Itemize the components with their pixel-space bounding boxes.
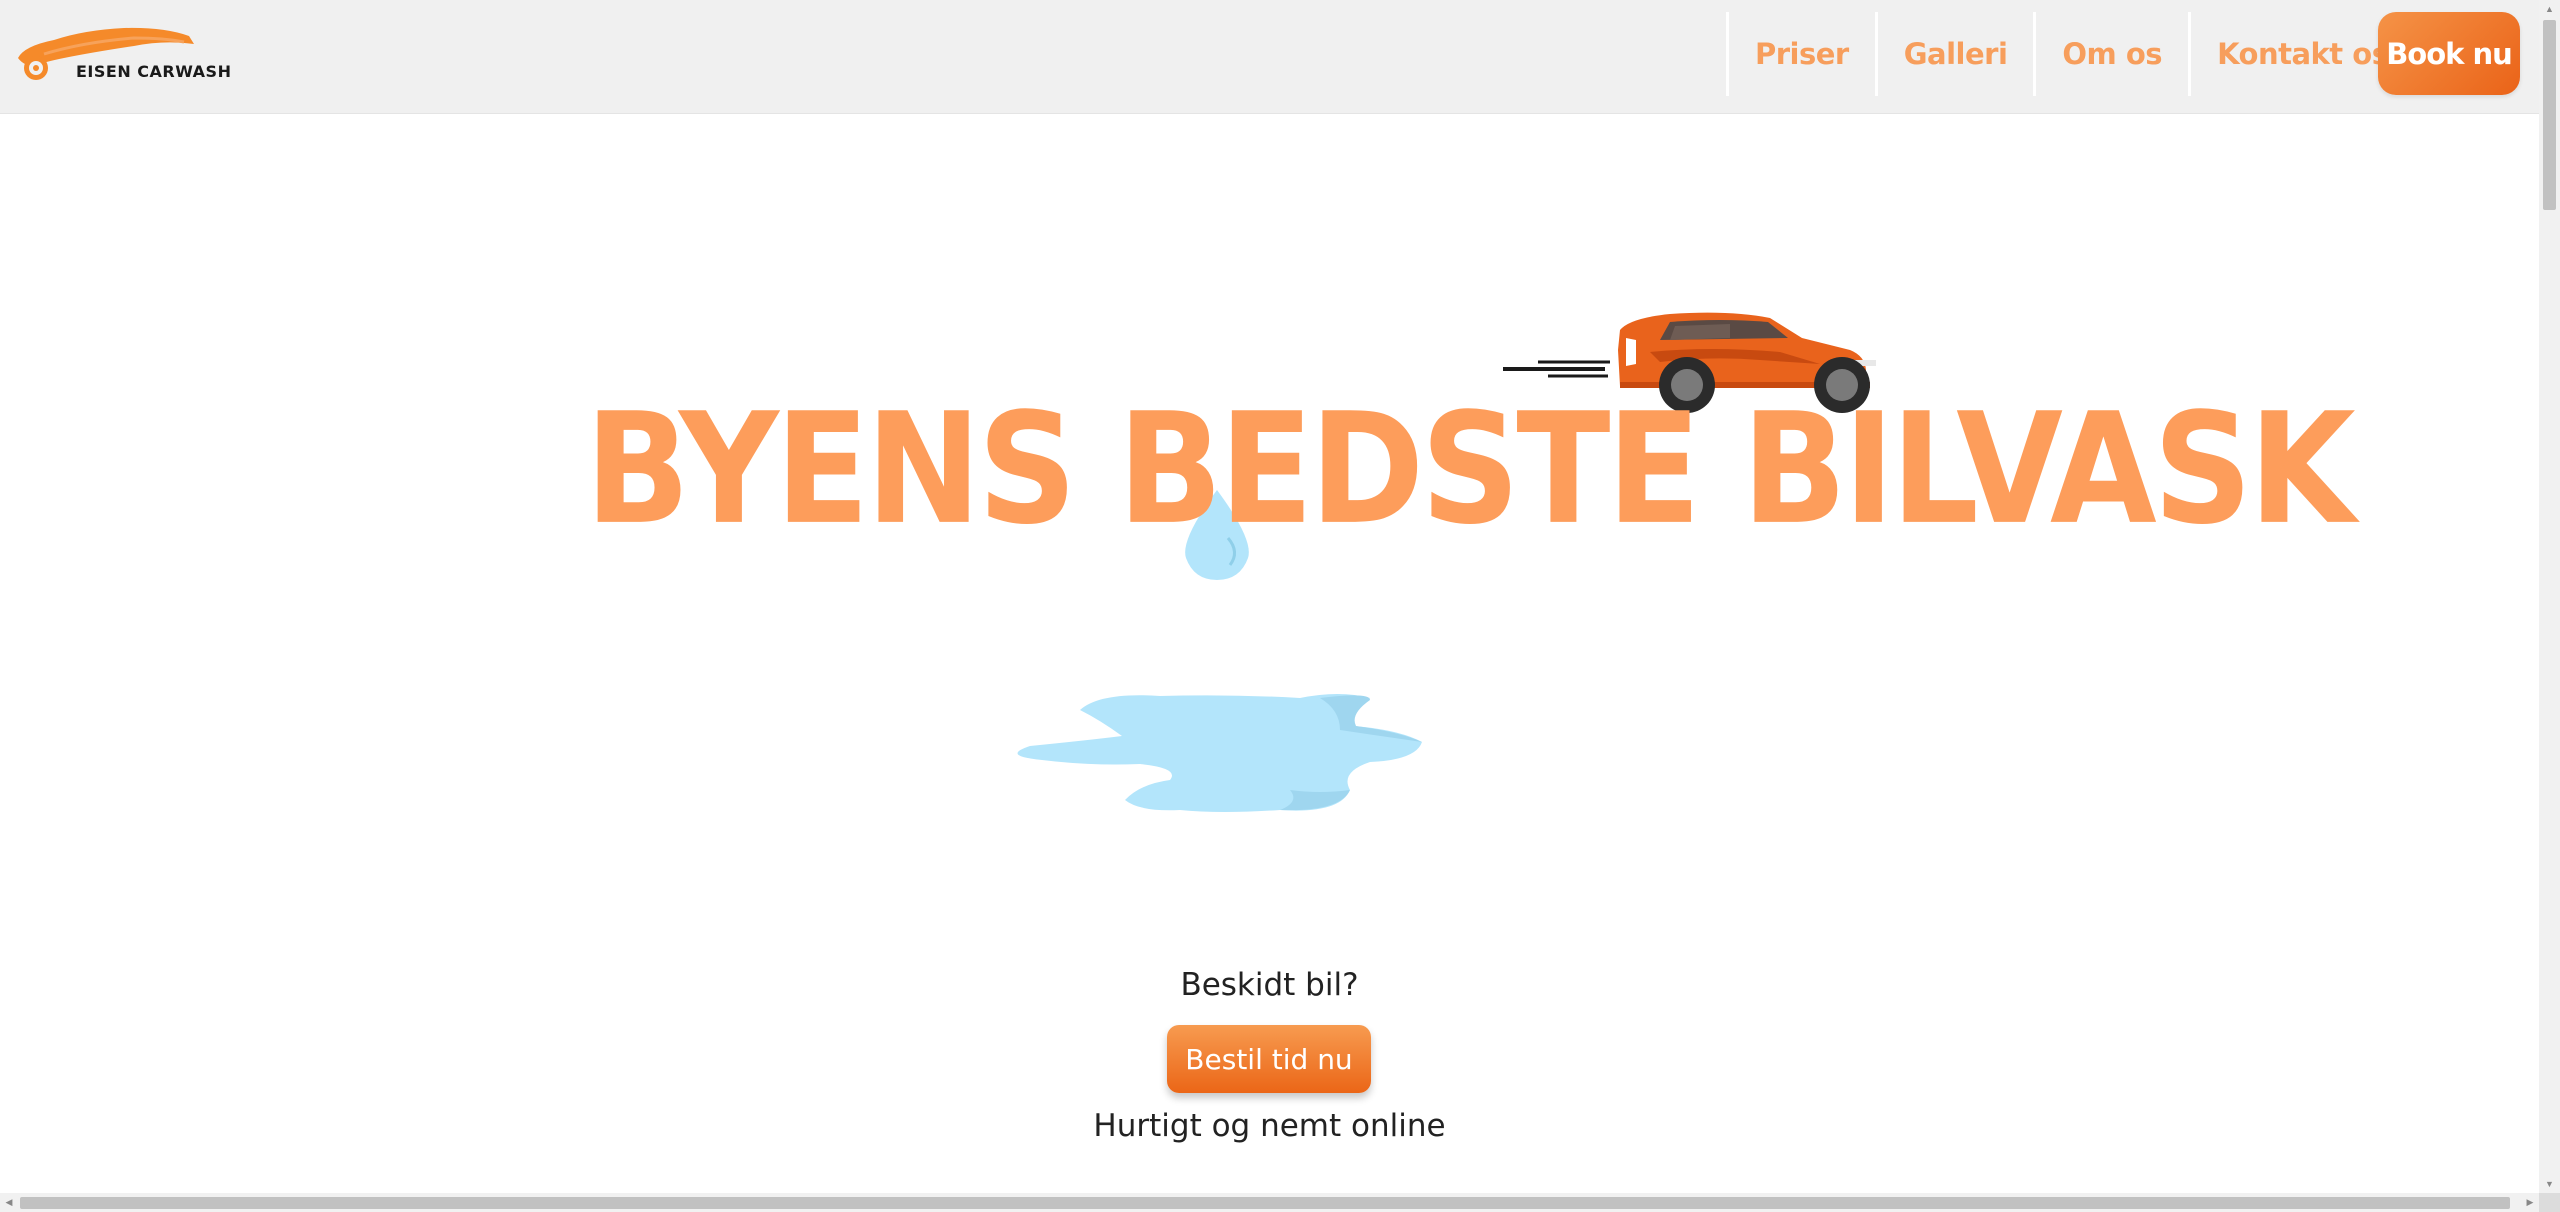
site-header: EISEN CARWASH Priser Galleri Om os Konta…: [0, 0, 2539, 114]
site-logo[interactable]: EISEN CARWASH: [14, 22, 244, 84]
hero-tagline: Hurtigt og nemt online: [1093, 1108, 1446, 1144]
speed-lines-icon: [1503, 360, 1610, 378]
horizontal-scrollbar[interactable]: ◀ ▶: [0, 1193, 2539, 1212]
scroll-up-arrow-icon[interactable]: ▲: [2539, 0, 2560, 18]
logo-text: EISEN CARWASH: [76, 62, 232, 81]
hero-illustration: [1017, 312, 1876, 812]
book-now-button[interactable]: Book nu: [2378, 12, 2520, 95]
hero-headline: BYENS BEDSTE BILVASK: [585, 381, 2356, 559]
scroll-down-arrow-icon[interactable]: ▼: [2539, 1175, 2560, 1193]
book-time-button[interactable]: Bestil tid nu: [1167, 1025, 1371, 1093]
scroll-right-arrow-icon[interactable]: ▶: [2521, 1193, 2539, 1212]
water-puddle-icon: [1017, 694, 1422, 812]
scroll-left-arrow-icon[interactable]: ◀: [0, 1193, 18, 1212]
scrollbar-corner: [2539, 1193, 2560, 1212]
vertical-scrollbar-thumb[interactable]: [2543, 20, 2556, 210]
main-nav: Priser Galleri Om os Kontakt os: [1726, 12, 2418, 96]
vertical-scrollbar[interactable]: ▲ ▼: [2539, 0, 2560, 1193]
nav-item-priser[interactable]: Priser: [1726, 12, 1875, 96]
nav-item-galleri[interactable]: Galleri: [1874, 12, 2034, 96]
page: EISEN CARWASH Priser Galleri Om os Konta…: [0, 0, 2560, 1212]
hero-subtitle: Beskidt bil?: [1180, 967, 1359, 1003]
nav-item-om-os[interactable]: Om os: [2033, 12, 2188, 96]
horizontal-scrollbar-thumb[interactable]: [20, 1197, 2510, 1209]
